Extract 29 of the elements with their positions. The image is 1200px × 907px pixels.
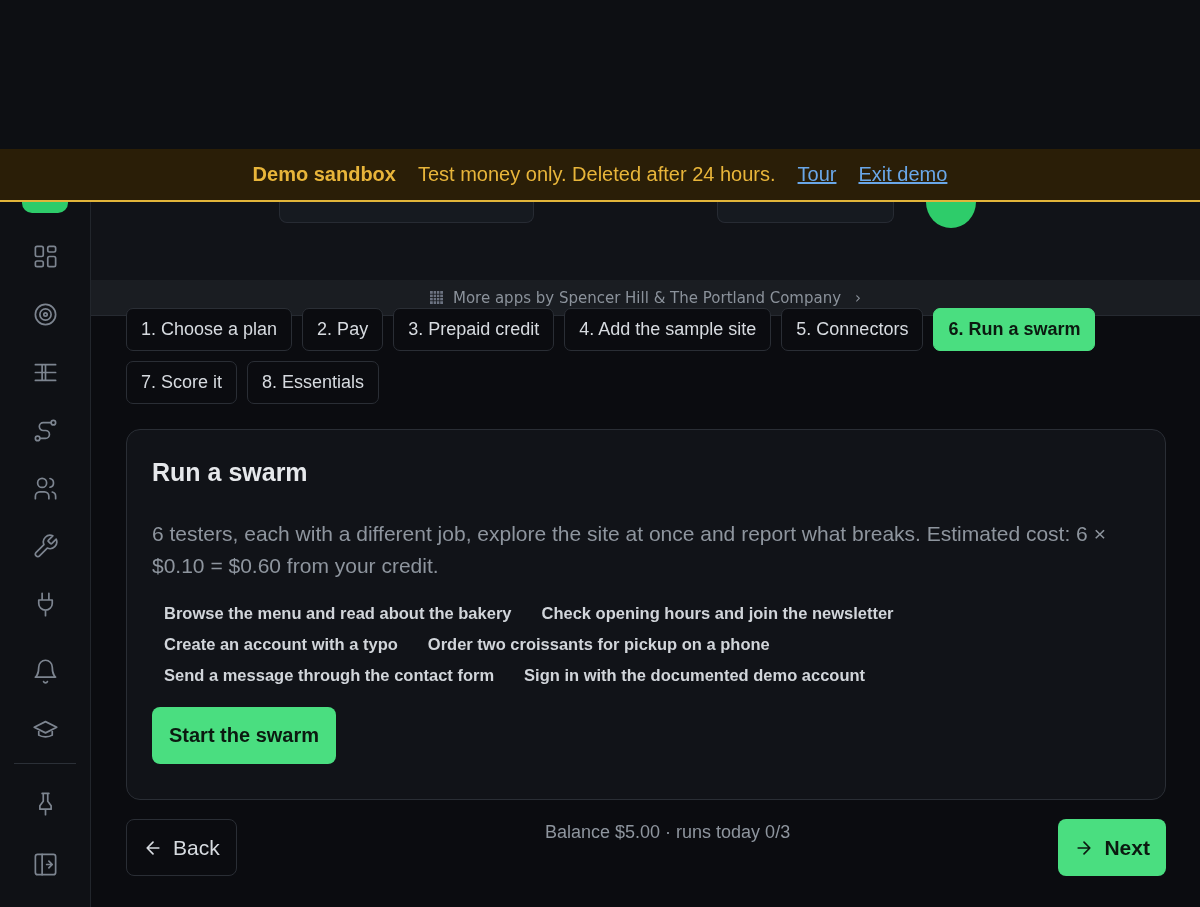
card-description: 6 testers, each with a different job, explore the site at once and report what breaks. Estimated cost: 6 × $0.10 = $0.60 from your credit. <box>152 521 1107 579</box>
start-swarm-button[interactable]: Start the swarm <box>152 707 337 764</box>
banner-message: Test money only. Deleted after 24 hours. <box>417 163 776 186</box>
tester-task: Sign in with the documented demo account <box>524 666 866 685</box>
tester-task: Browse the menu and read about the bakery <box>164 604 512 623</box>
back-button[interactable]: Back <box>126 819 237 876</box>
step-tab[interactable]: 1. Choose a plan <box>126 308 293 351</box>
step-tab[interactable]: 6. Run a swarm <box>933 308 1096 351</box>
tester-task: Send a message through the contact form <box>164 666 495 685</box>
avatar[interactable] <box>926 202 976 228</box>
step-tab[interactable]: 8. Essentials <box>247 361 380 404</box>
banner-title: Demo sandbox <box>252 163 396 186</box>
card-title: Run a swarm <box>152 458 309 487</box>
balance-status: Balance $5.00 · runs today 0/3 <box>545 822 791 843</box>
tester-task: Order two croissants for pickup on a phone <box>427 635 770 654</box>
step-tab[interactable]: 2. Pay <box>302 308 384 351</box>
banner-link[interactable]: Tour <box>797 163 837 186</box>
next-button[interactable]: Next <box>1058 819 1166 876</box>
apps-grid-icon <box>429 291 443 304</box>
logo-icon[interactable] <box>22 202 68 213</box>
tester-task: Check opening hours and join the newsletter <box>541 604 894 623</box>
banner-link[interactable]: Exit demo <box>858 163 948 186</box>
step-tab[interactable]: 4. Add the sample site <box>564 308 772 351</box>
step-tab[interactable]: 5. Connectors <box>781 308 924 351</box>
step-tab[interactable]: 7. Score it <box>126 361 238 404</box>
tester-task: Create an account with a typo <box>164 635 398 654</box>
chevron-icon: › <box>855 288 862 307</box>
step-tab[interactable]: 3. Prepaid credit <box>393 308 555 351</box>
more-apps-link[interactable]: More apps by Spencer Hill & The Portland Company <box>452 288 842 307</box>
